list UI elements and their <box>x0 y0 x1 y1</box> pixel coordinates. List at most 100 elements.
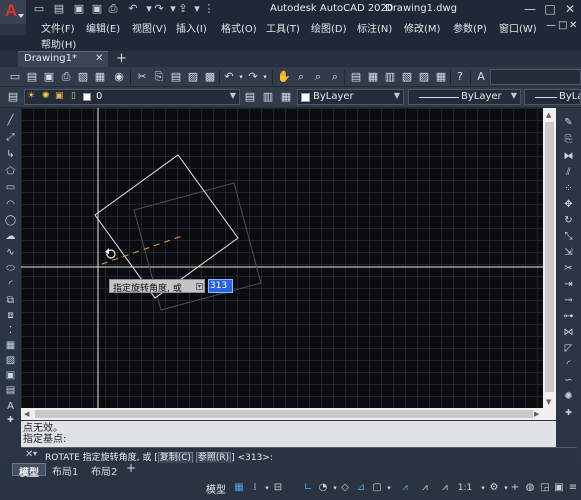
object-snap-tracking-icon[interactable]: ⊿ <box>354 481 368 495</box>
application-menu-button[interactable]: A <box>0 0 26 24</box>
menu-minimize-icon[interactable]: — <box>546 20 556 31</box>
layout-tab-layout1[interactable]: 布局1 <box>52 463 78 478</box>
add-selected-icon[interactable]: ✚ <box>4 413 17 426</box>
color-dropdown[interactable]: ByLayer ▼ <box>297 89 404 105</box>
layout-tab-model[interactable]: 模型 <box>12 463 46 479</box>
explode-icon[interactable]: ✺ <box>562 390 575 403</box>
print-icon[interactable]: ⎙ <box>106 2 120 16</box>
annotation-scale-icon[interactable]: ⩘ <box>438 481 452 495</box>
menu-edit[interactable]: 编辑(E) <box>86 20 120 35</box>
isolate-objects-icon[interactable]: ◍ <box>523 481 537 495</box>
tab-drawing1[interactable]: Drawing1* ✕ <box>18 51 108 67</box>
rotate-icon[interactable]: ↻ <box>562 214 575 227</box>
tool-palettes-icon[interactable]: ▥ <box>383 70 397 84</box>
sheet-set-icon[interactable]: ▧ <box>400 70 414 84</box>
layer-dropdown[interactable]: ☀ ✺ ▣ ▯ 0 ▼ <box>24 89 240 105</box>
menu-dimension[interactable]: 标注(N) <box>357 20 392 35</box>
spline-icon[interactable]: ∿ <box>4 246 17 259</box>
join-icon[interactable]: ⋈ <box>562 326 575 339</box>
extend-icon[interactable]: ⇥ <box>562 278 575 291</box>
pan-hand-icon[interactable]: ✋ <box>277 70 291 84</box>
help-icon[interactable]: ? <box>453 70 467 84</box>
insert-block-icon[interactable]: ⧉ <box>4 294 17 307</box>
erase-icon[interactable]: ✎ <box>562 116 575 129</box>
cut-icon[interactable]: ✂ <box>135 70 149 84</box>
customize-command-line-icon[interactable]: ▾ <box>33 449 37 458</box>
point-icon[interactable]: ⁚ <box>4 324 17 337</box>
3d-print-icon[interactable]: ◉ <box>112 70 126 84</box>
markup-icon[interactable]: ▨ <box>417 70 431 84</box>
annotation-scale-value[interactable]: 1:1 <box>454 481 476 495</box>
break-icon[interactable]: ⊶ <box>562 310 575 323</box>
graphics-performance-icon[interactable]: ◲ <box>538 481 552 495</box>
menu-help[interactable]: 帮助(H) <box>41 36 76 51</box>
chamfer-icon[interactable]: ◸ <box>562 342 575 355</box>
annotation-visibility-icon[interactable]: ⩘ <box>398 481 412 495</box>
quickcalc-icon[interactable]: ▦ <box>434 70 448 84</box>
table-icon[interactable]: ▤ <box>4 384 17 397</box>
blend-curves-icon[interactable]: ∽ <box>562 374 575 387</box>
menu-file[interactable]: 文件(F) <box>41 20 75 35</box>
auto-scale-icon[interactable]: ⩘ <box>418 481 432 495</box>
layer-previous-icon[interactable]: ▦ <box>279 90 293 104</box>
plot-preview-icon[interactable]: ▧ <box>76 70 90 84</box>
region-icon[interactable]: ▣ <box>4 369 17 382</box>
zoom-previous-icon[interactable]: ⌕ <box>328 70 342 84</box>
scale-icon[interactable]: ⤡ <box>562 230 575 243</box>
scroll-left-icon[interactable]: ◀ <box>24 410 29 418</box>
multiline-text-icon[interactable]: A <box>4 400 17 413</box>
ellipse-arc-icon[interactable]: ◜ <box>4 278 17 291</box>
minimize-button[interactable]: — <box>521 2 539 17</box>
restore-button[interactable]: □ <box>541 2 559 17</box>
zoom-realtime-icon[interactable]: ⌕ <box>294 70 308 84</box>
revision-cloud-icon[interactable]: ☁ <box>4 230 17 243</box>
offset-icon[interactable]: ⫽ <box>562 166 575 179</box>
construction-line-icon[interactable]: ⤢ <box>4 131 17 144</box>
move-icon[interactable]: ✥ <box>562 198 575 211</box>
zoom-window-icon[interactable]: ⌕ <box>311 70 325 84</box>
model-space-button[interactable]: 模型 <box>206 481 226 496</box>
ellipse-icon[interactable]: ⬭ <box>4 262 17 275</box>
osnap-dropdown-icon[interactable]: ▾ <box>382 481 396 495</box>
copy-object-icon[interactable]: ⎘ <box>562 133 575 146</box>
options-down-arrow-icon[interactable]: ▾ <box>196 283 203 290</box>
menu-modify[interactable]: 修改(M) <box>404 20 440 35</box>
make-block-icon[interactable]: ⧈ <box>4 309 17 322</box>
circle-icon[interactable]: ◯ <box>4 214 17 227</box>
add-selected-icon[interactable]: ✚ <box>562 406 575 419</box>
customization-menu-icon[interactable]: ≡ <box>566 481 580 495</box>
make-current-layer-icon[interactable]: ▤ <box>243 90 257 104</box>
save-icon[interactable]: ▣ <box>42 70 56 84</box>
trim-icon[interactable]: ✂ <box>562 262 575 275</box>
text-style-icon[interactable]: A <box>474 70 488 84</box>
hatch-icon[interactable]: ▦ <box>4 339 17 352</box>
paste-icon[interactable]: ▤ <box>169 70 183 84</box>
arc-icon[interactable]: ◠ <box>4 198 17 211</box>
scroll-down-icon[interactable]: ▼ <box>546 398 551 406</box>
layer-properties-icon[interactable]: ▤ <box>6 90 20 104</box>
undo-icon[interactable]: ↶ <box>126 2 140 16</box>
gradient-icon[interactable]: ▨ <box>4 354 17 367</box>
polygon-icon[interactable]: ⬠ <box>4 165 17 178</box>
close-tab-icon[interactable]: ✕ <box>95 53 103 64</box>
clean-screen-icon[interactable]: ▣ <box>552 481 566 495</box>
menu-restore-icon[interactable]: □ <box>558 20 567 31</box>
redo-dropdown-icon[interactable]: ▾ <box>258 70 272 84</box>
publish-icon[interactable]: ▦ <box>93 70 107 84</box>
isometric-drafting-icon[interactable]: ◇ <box>338 481 352 495</box>
lineweight-dropdown[interactable]: ByLa <box>524 89 581 105</box>
open-icon[interactable]: ▤ <box>25 70 39 84</box>
add-layout-button[interactable]: + <box>126 461 136 475</box>
match-properties-icon[interactable]: ▨ <box>186 70 200 84</box>
redo-icon[interactable]: ↷ <box>152 2 166 16</box>
vertical-scroll-thumb[interactable] <box>545 122 554 392</box>
share-icon[interactable]: ⇪ <box>176 2 190 16</box>
menu-draw[interactable]: 绘图(D) <box>311 20 347 35</box>
stretch-icon[interactable]: ⇲ <box>562 246 575 259</box>
design-center-icon[interactable]: ▦ <box>366 70 380 84</box>
qnew-icon[interactable]: ▭ <box>8 70 22 84</box>
menu-tools[interactable]: 工具(T) <box>266 20 300 35</box>
linetype-dropdown[interactable]: ByLayer ▼ <box>408 89 521 105</box>
new-tab-button[interactable]: + <box>116 51 127 66</box>
copy-icon[interactable]: ⎘ <box>152 70 166 84</box>
